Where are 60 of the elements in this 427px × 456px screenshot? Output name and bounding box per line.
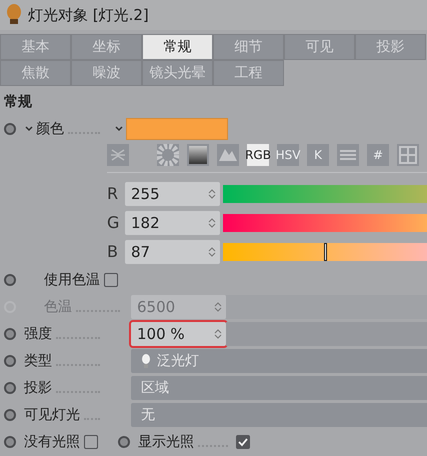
property-label: 色温: [44, 298, 72, 316]
tab[interactable]: 常规: [142, 34, 213, 60]
property-label: 可见灯光: [24, 406, 80, 424]
lightbulb-icon: [6, 4, 22, 26]
tab[interactable]: 投影: [355, 34, 426, 60]
number-field[interactable]: 87: [125, 240, 220, 264]
mode-button[interactable]: K: [307, 144, 329, 166]
keyframe-icon[interactable]: [118, 436, 130, 448]
spinner-icon[interactable]: [214, 328, 222, 340]
property-label: 类型: [24, 352, 52, 370]
section-title: 常规: [3, 93, 33, 112]
spinner-icon[interactable]: [208, 188, 216, 200]
number-field[interactable]: 182: [125, 210, 220, 234]
dropdown[interactable]: 无: [131, 402, 427, 426]
property-label: 没有光照: [24, 432, 80, 450]
tab[interactable]: 细节: [213, 34, 284, 60]
tab[interactable]: 焦散: [0, 60, 71, 86]
tab[interactable]: 可见: [284, 34, 355, 60]
channel-label: G: [107, 213, 120, 232]
channel-label: R: [107, 184, 120, 203]
keyframe-icon[interactable]: [4, 436, 16, 448]
tab[interactable]: 基本: [0, 34, 71, 60]
color-swatch[interactable]: [126, 118, 228, 140]
slider-thumb[interactable]: [324, 242, 328, 260]
mountain-icon: [219, 149, 237, 161]
caret-icon[interactable]: [114, 124, 124, 132]
keyframe-icon[interactable]: [4, 382, 16, 394]
number-field[interactable]: 100 %: [131, 322, 226, 346]
keyframe-icon[interactable]: [4, 354, 16, 366]
tab[interactable]: 噪波: [71, 60, 142, 86]
tab[interactable]: 工程: [213, 60, 284, 86]
checkbox[interactable]: [104, 272, 118, 286]
dropdown[interactable]: 区域: [131, 376, 427, 400]
spinner-icon[interactable]: [208, 246, 216, 258]
number-field[interactable]: 255: [125, 182, 220, 206]
keyframe-icon[interactable]: [4, 328, 16, 340]
caret-icon[interactable]: [24, 124, 34, 132]
checkbox[interactable]: [84, 434, 98, 448]
window-title: 灯光对象 [灯光.2]: [28, 6, 149, 24]
property-label: 颜色: [36, 120, 64, 138]
keyframe-icon[interactable]: [4, 122, 16, 134]
dropdown[interactable]: 泛光灯: [131, 348, 427, 372]
mode-button[interactable]: #: [367, 144, 389, 166]
property-label: 投影: [24, 378, 52, 396]
keyframe-icon[interactable]: [4, 274, 16, 286]
tab[interactable]: 坐标: [71, 34, 142, 60]
gradient-icon: [189, 146, 207, 164]
grid-icon: [397, 144, 419, 166]
property-label: 强度: [24, 324, 52, 342]
mode-button[interactable]: [187, 144, 209, 166]
spinner-icon[interactable]: [208, 216, 216, 228]
property-label: 使用色温: [44, 270, 100, 288]
property-label: 显示光照: [138, 432, 194, 450]
channel-label: B: [107, 242, 119, 261]
checkbox[interactable]: [236, 434, 250, 448]
mode-button[interactable]: RGB: [247, 144, 269, 166]
mode-button[interactable]: HSV: [277, 144, 299, 166]
keyframe-icon[interactable]: [4, 408, 16, 420]
tab[interactable]: 镜头光晕: [142, 60, 213, 86]
color-wheel-icon: [157, 144, 179, 166]
